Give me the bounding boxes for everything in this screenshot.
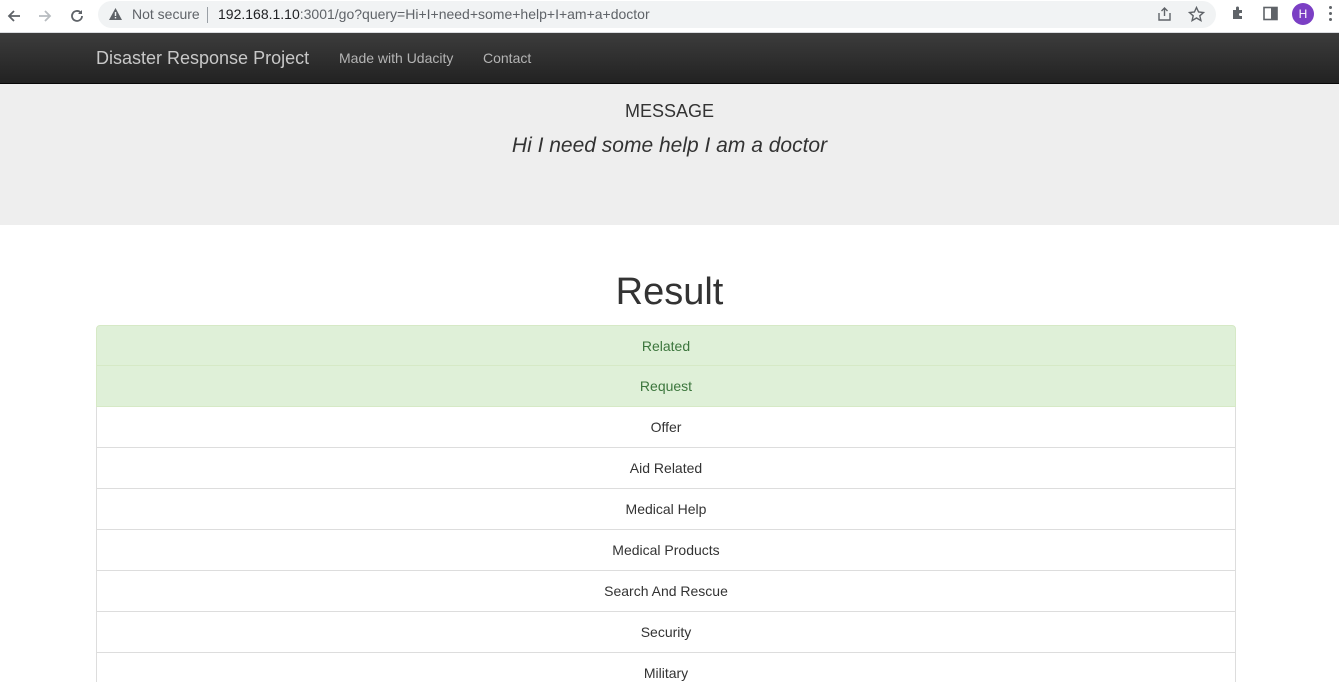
profile-avatar[interactable]: H	[1292, 3, 1314, 25]
category-list: Related Request Offer Aid Related Medica…	[96, 325, 1236, 682]
result-title: Result	[615, 271, 724, 313]
warning-icon[interactable]	[108, 7, 123, 26]
reload-icon[interactable]	[65, 4, 89, 28]
category-item: Security	[96, 612, 1236, 653]
message-text: Hi I need some help I am a doctor	[511, 134, 828, 157]
side-panel-icon[interactable]	[1262, 5, 1279, 27]
navbar-brand[interactable]: Disaster Response Project	[96, 48, 309, 69]
message-jumbotron: MESSAGE Hi I need some help I am a docto…	[0, 84, 1339, 225]
category-item: Offer	[96, 407, 1236, 448]
share-icon[interactable]	[1156, 6, 1173, 28]
category-item: Medical Help	[96, 489, 1236, 530]
category-item: Military	[96, 653, 1236, 682]
message-heading: MESSAGE	[624, 101, 715, 121]
browser-toolbar: Not secure 192.168.1.10:3001/go?query=Hi…	[0, 0, 1339, 33]
nav-link-contact[interactable]: Contact	[483, 50, 531, 66]
forward-arrow-icon[interactable]	[33, 4, 57, 28]
divider	[207, 7, 208, 23]
nav-link-udacity[interactable]: Made with Udacity	[339, 50, 453, 66]
category-item: Related	[96, 325, 1236, 366]
url-text[interactable]: 192.168.1.10:3001/go?query=Hi+I+need+som…	[218, 6, 650, 22]
back-arrow-icon[interactable]	[2, 4, 26, 28]
site-navbar: Disaster Response Project Made with Udac…	[0, 33, 1339, 84]
category-item: Aid Related	[96, 448, 1236, 489]
security-label[interactable]: Not secure	[132, 6, 200, 22]
category-item: Request	[96, 366, 1236, 407]
address-bar[interactable]: Not secure 192.168.1.10:3001/go?query=Hi…	[98, 1, 1216, 28]
bookmark-star-icon[interactable]	[1187, 5, 1206, 28]
extensions-puzzle-icon[interactable]	[1230, 5, 1247, 27]
category-item: Search And Rescue	[96, 571, 1236, 612]
menu-kebab-icon[interactable]	[1328, 6, 1334, 24]
category-item: Medical Products	[96, 530, 1236, 571]
